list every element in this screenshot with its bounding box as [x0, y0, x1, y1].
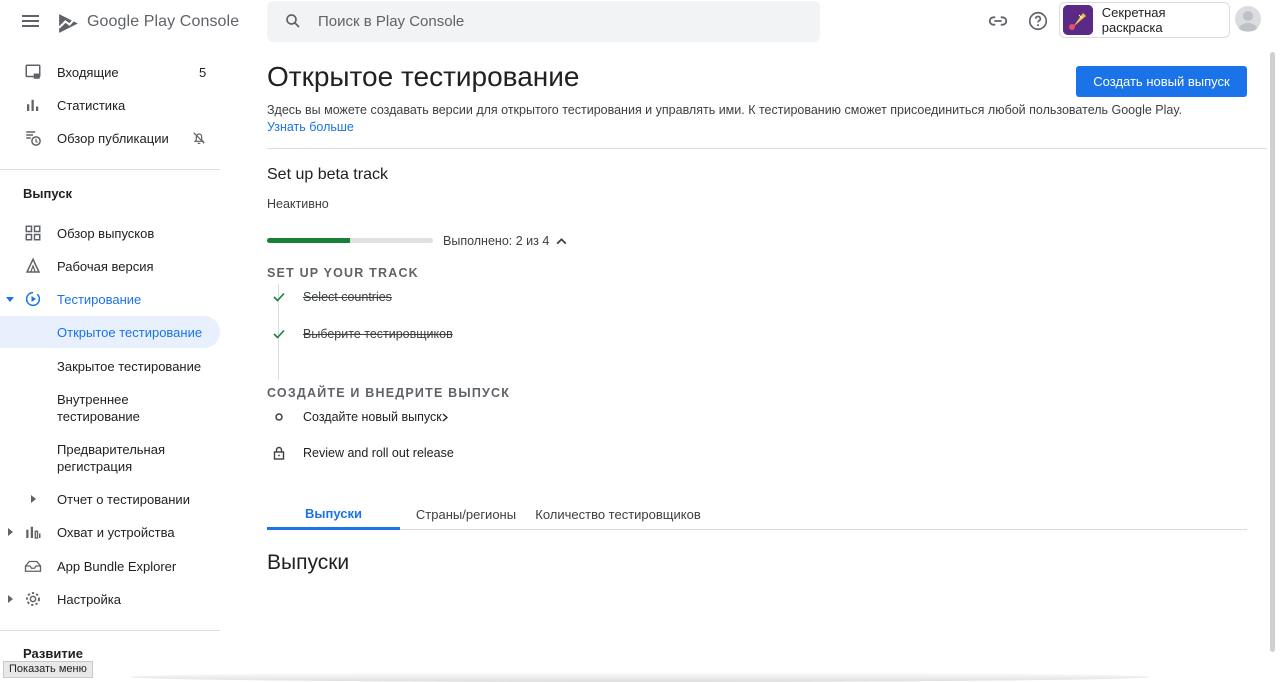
- sidebar-item-reach-devices[interactable]: Охват и устройства: [0, 516, 220, 548]
- inbox-count-badge: 5: [199, 64, 207, 80]
- track-status: Неактивно: [267, 197, 329, 211]
- top-app-bar: Google Play Console Поиск в Play Console…: [0, 0, 1280, 44]
- tab-bar: Выпуски Страны/регионы Количество тестир…: [267, 499, 1247, 530]
- sidebar-divider: [0, 169, 220, 170]
- play-console-logo[interactable]: Google Play Console: [56, 8, 239, 36]
- setup-progress-bar: [267, 238, 433, 243]
- caret-down-icon[interactable]: [5, 294, 15, 304]
- tab-countries-regions[interactable]: Страны/регионы: [409, 499, 523, 529]
- sidebar-item-label: Рабочая версия: [57, 258, 154, 274]
- gear-icon: [26, 592, 40, 606]
- inbox-icon: [25, 64, 41, 79]
- production-icon: [25, 257, 41, 273]
- sidebar-item-pre-registration[interactable]: Предварительная регистрация: [0, 438, 220, 478]
- sidebar-item-label: Предварительная регистрация: [57, 442, 165, 474]
- testing-icon: [25, 291, 41, 307]
- sidebar-item-statistics[interactable]: Статистика: [0, 89, 220, 121]
- sidebar-item-label: Открытое тестирование: [57, 324, 203, 340]
- sidebar-item-label: Тестирование: [57, 291, 142, 307]
- sidebar-item-app-bundle-explorer[interactable]: App Bundle Explorer: [0, 550, 220, 582]
- chevron-up-icon[interactable]: [555, 235, 568, 248]
- logo-text: Google Play Console: [87, 13, 240, 30]
- sidebar-item-releases-overview[interactable]: Обзор выпусков: [0, 217, 220, 249]
- app-icon: [1063, 5, 1093, 35]
- circle-outline-icon: [275, 413, 283, 421]
- sidebar-item-label: Настройка: [57, 591, 121, 607]
- sidebar-item-publishing-overview[interactable]: Обзор публикации: [0, 122, 220, 154]
- sidebar-item-label: App Bundle Explorer: [57, 558, 177, 574]
- bar-chart-icon: [27, 99, 39, 111]
- step-label: Создайте новый выпуск: [303, 410, 442, 424]
- steps-section-setup: SET UP YOUR TRACK: [267, 266, 419, 280]
- sidebar-item-label: Закрытое тестирование: [57, 358, 202, 374]
- setup-progress-fill: [267, 238, 350, 243]
- search-icon: [286, 14, 300, 28]
- bundle-explorer-icon: [24, 560, 42, 572]
- search-input[interactable]: Поиск в Play Console: [267, 1, 820, 42]
- link-icon[interactable]: [987, 10, 1009, 32]
- menu-icon[interactable]: [22, 12, 44, 32]
- check-icon: [273, 292, 285, 302]
- sidebar-item-label: Обзор публикации: [57, 130, 169, 146]
- sidebar-item-label: Входящие: [57, 64, 119, 80]
- sidebar-section-grow: Развитие: [23, 646, 83, 661]
- main-content: Открытое тестирование Создать новый выпу…: [267, 44, 1267, 682]
- scrollbar[interactable]: [1270, 52, 1275, 652]
- page-description: Здесь вы можете создавать версии для отк…: [267, 103, 1183, 117]
- caret-right-icon[interactable]: [5, 527, 15, 537]
- caret-right-icon[interactable]: [5, 594, 15, 604]
- sidebar-item-inbox[interactable]: Входящие 5: [0, 56, 220, 88]
- play-console-logo-icon: [58, 13, 78, 33]
- progress-text: Выполнено: 2 из 4: [443, 234, 550, 248]
- lock-icon: [273, 446, 285, 460]
- app-switcher[interactable]: Секретная раскраска: [1059, 2, 1230, 38]
- chevron-right-icon: [442, 413, 448, 422]
- sidebar-section-release: Выпуск: [23, 186, 72, 201]
- learn-more-link[interactable]: Узнать больше: [267, 120, 354, 134]
- tab-releases[interactable]: Выпуски: [267, 499, 400, 530]
- help-icon[interactable]: [1027, 10, 1049, 32]
- sidebar-item-open-testing[interactable]: Открытое тестирование: [0, 316, 220, 348]
- step-label: Выберите тестировщиков: [303, 327, 453, 341]
- sidebar-item-testing[interactable]: Тестирование: [0, 283, 220, 315]
- releases-heading: Выпуски: [267, 551, 350, 574]
- sidebar-item-label: Внутреннее тестирование: [57, 392, 140, 424]
- sidebar-item-label: Статистика: [57, 97, 126, 113]
- step-label: Select countries: [303, 290, 392, 304]
- step-label: Review and roll out release: [303, 446, 454, 460]
- sidebar-divider: [0, 630, 220, 631]
- check-icon: [273, 329, 285, 339]
- sidebar-item-label: Обзор выпусков: [57, 225, 155, 241]
- app-name: Секретная раскраска: [1101, 5, 1166, 35]
- reach-devices-icon: [26, 526, 41, 539]
- sidebar: Входящие 5 Статистика Обзор публикации В…: [0, 44, 222, 682]
- sidebar-item-closed-testing[interactable]: Закрытое тестирование: [0, 350, 220, 382]
- publishing-history-icon: [26, 131, 41, 146]
- notifications-off-icon[interactable]: [191, 130, 207, 146]
- sidebar-item-production[interactable]: Рабочая версия: [0, 250, 220, 282]
- search-placeholder: Поиск в Play Console: [318, 13, 465, 30]
- dashboard-icon: [25, 225, 41, 241]
- track-setup-title: Set up beta track: [267, 166, 388, 183]
- sidebar-item-settings[interactable]: Настройка: [0, 583, 220, 615]
- sidebar-item-test-report[interactable]: Отчет о тестировании: [0, 483, 220, 515]
- bottom-edge-shadow: [130, 672, 1150, 682]
- header-divider: [267, 148, 1267, 149]
- caret-right-icon[interactable]: [28, 494, 38, 504]
- steps-section-release: Создайте и внедрите выпуск: [267, 386, 511, 400]
- page-title: Открытое тестирование: [267, 61, 580, 92]
- create-release-button[interactable]: Создать новый выпуск: [1076, 66, 1247, 97]
- sidebar-item-internal-testing[interactable]: Внутреннее тестирование: [0, 388, 220, 428]
- show-menu-tooltip: Показать меню: [3, 661, 93, 678]
- avatar[interactable]: [1235, 6, 1261, 32]
- sidebar-item-label: Отчет о тестировании: [57, 491, 190, 507]
- sidebar-item-label: Охват и устройства: [57, 524, 175, 540]
- tab-testers-count[interactable]: Количество тестировщиков: [533, 499, 703, 529]
